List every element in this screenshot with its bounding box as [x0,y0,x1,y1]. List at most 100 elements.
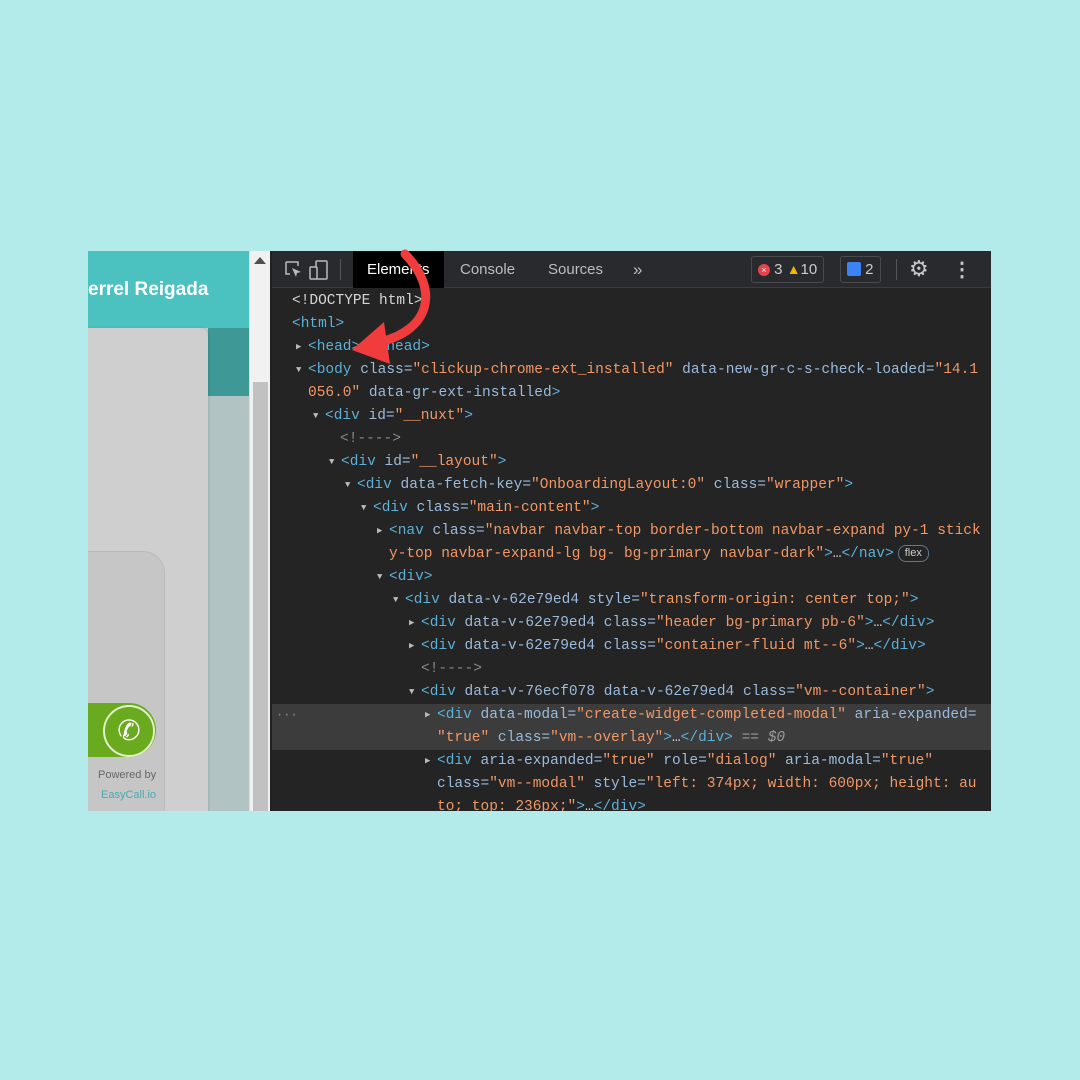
code-token: "navbar navbar-top border-bottom navbar-… [484,523,981,539]
dom-node-line[interactable]: 056.0" data-gr-ext-installed> [272,382,991,405]
dom-node-line[interactable]: ▼ <div class="main-content"> [272,497,991,520]
error-count: 3 [774,261,783,278]
dom-node-line[interactable]: ▶ <head>…</head> [272,336,991,359]
code-token: … [671,730,681,746]
dom-node-text: <div class="main-content"> [373,497,599,520]
code-token: <div [341,454,385,470]
kebab-menu-icon[interactable]: ⋮ [952,257,972,282]
code-token: <div [421,684,465,700]
code-token: "vm--overlay" [550,730,664,746]
code-token: > [864,615,874,631]
dom-node-line[interactable]: "true" class="vm--overlay">…</div> == $0 [272,727,991,750]
code-token: aria-expanded= [480,753,603,769]
dom-node-line[interactable]: <!DOCTYPE html> [272,290,991,313]
code-token: > [856,638,865,654]
code-token: > [844,477,854,493]
page-scrollbar[interactable] [249,251,270,811]
code-token: data-gr-ext-installed [360,385,552,401]
screenshot: errel Reigada ✆ Powered by EasyCall.io E… [88,251,991,811]
expand-triangle-icon[interactable]: ▼ [409,681,414,704]
dom-node-line[interactable]: ▼ <div data-v-62e79ed4 style="transform-o… [272,589,991,612]
tab-elements[interactable]: Elements [353,251,444,288]
dom-tree: <!DOCTYPE html> <html> ▶ <head>…</head> ▼ <bo… [272,288,991,811]
dom-node-text: <div data-modal="create-widget-completed… [437,704,977,727]
expand-triangle-icon[interactable]: ▼ [313,405,318,428]
dom-node-line[interactable]: class="vm--modal" style="left: 374px; wi… [272,773,991,796]
scrollbar-thumb[interactable] [253,382,268,811]
code-token: data-modal= [480,707,577,723]
device-toolbar-icon[interactable] [308,259,330,281]
dom-node-text: <div aria-expanded="true" role="dialog" … [437,750,933,773]
code-token: class= [360,362,413,378]
phone-icon[interactable]: ✆ [103,705,155,757]
dom-node-line[interactable]: y-top navbar-expand-lg bg- bg-primary na… [272,543,991,566]
expand-triangle-icon[interactable]: ▼ [377,566,382,589]
code-token: <!DOCTYPE html> [292,293,423,309]
scroll-up-icon[interactable] [254,257,266,264]
more-tabs-button[interactable]: » [619,251,656,288]
dom-node-text: <body class="clickup-chrome-ext_installe… [308,359,978,382]
collapse-triangle-icon[interactable]: ▶ [409,612,414,635]
code-token: data-new-gr-c-s-check-loaded= [673,362,935,378]
code-token: class= [705,477,766,493]
code-token: data-v-76ecf078 data-v-62e79ed4 class= [464,684,796,700]
dom-node-line[interactable]: ▼ <div data-fetch-key="OnboardingLayout:0… [272,474,991,497]
code-token: > [663,730,672,746]
code-token: data-v-62e79ed4 class= [464,638,656,654]
collapse-triangle-icon[interactable]: ▶ [296,336,301,359]
collapse-triangle-icon[interactable]: ▶ [425,750,430,773]
messages-counter[interactable]: 2 [840,256,881,283]
code-token: > [590,500,600,516]
expand-triangle-icon[interactable]: ▼ [345,474,350,497]
dom-node-line[interactable]: ▶ <div data-v-62e79ed4 class="container-f… [272,635,991,658]
expand-triangle-icon[interactable]: ▼ [296,359,301,382]
dom-node-line[interactable]: ▼ <div id="__nuxt"> [272,405,991,428]
dom-node-line[interactable]: ▶ <div data-v-62e79ed4 class="header bg-p… [272,612,991,635]
dom-node-text: <div data-fetch-key="OnboardingLayout:0"… [357,474,853,497]
expand-triangle-icon[interactable]: ▼ [329,451,334,474]
code-token: <div [357,477,401,493]
code-token: "OnboardingLayout:0" [531,477,706,493]
code-token: "vm--modal" [489,776,585,792]
code-token: "header bg-primary pb-6" [655,615,865,631]
dom-node-line[interactable]: ▶ <nav class="navbar navbar-top border-bo… [272,520,991,543]
dom-node-line[interactable]: <!----> [272,428,991,451]
dom-node-text: <!----> [421,658,482,681]
dom-node-text: <div data-v-62e79ed4 class="container-fl… [421,635,926,658]
dom-node-line[interactable]: ▼ <div id="__layout"> [272,451,991,474]
dom-node-line[interactable]: ▼ <div> [272,566,991,589]
expand-triangle-icon[interactable]: ▼ [361,497,366,520]
dom-node-text: to; top: 236px;">…</div> [437,796,646,811]
collapse-triangle-icon[interactable]: ▶ [409,635,414,658]
tab-console[interactable]: Console [446,251,529,288]
code-token: <body [308,362,361,378]
dom-node-line[interactable]: <html> [272,313,991,336]
node-actions-icon[interactable]: ··· [276,704,298,727]
dom-node-line[interactable]: ▼ <div data-v-76ecf078 data-v-62e79ed4 cl… [272,681,991,704]
brand-link[interactable]: EasyCall.io [101,789,156,801]
expand-triangle-icon[interactable]: ▼ [393,589,398,612]
collapse-triangle-icon[interactable]: ▶ [377,520,382,543]
dom-node-line[interactable]: to; top: 236px;">…</div> [272,796,991,811]
code-token: style= [584,776,646,792]
collapse-triangle-icon[interactable]: ▶ [425,704,430,727]
dom-node-line[interactable]: <!----> [272,658,991,681]
code-token: role= [654,753,707,769]
code-token: "clickup-chrome-ext_installed" [412,362,674,378]
flex-badge[interactable]: flex [897,545,929,562]
dom-node-line[interactable]: ▼ <body class="clickup-chrome-ext_install… [272,359,991,382]
inspect-element-icon[interactable] [284,260,304,280]
code-token: > [824,546,833,562]
dom-node-text: "true" class="vm--overlay">…</div> == $0 [437,727,785,750]
message-icon [847,262,861,276]
code-token: <div [373,500,417,516]
tab-sources[interactable]: Sources [534,251,617,288]
dom-node-text: y-top navbar-expand-lg bg- bg-primary na… [389,543,929,566]
dom-node-text: <div data-v-76ecf078 data-v-62e79ed4 cla… [421,681,934,704]
dom-node-line[interactable]: ▶ <div aria-expanded="true" role="dialog"… [272,750,991,773]
warning-icon: ▲ [786,261,801,277]
issues-counter[interactable]: × 3 ▲10 [751,256,825,283]
dom-node-line[interactable]: ▶ ··· <div data-modal="create-widget-compl… [272,704,991,727]
code-token: "main-content" [468,500,591,516]
gear-icon[interactable]: ⚙ [909,256,929,282]
